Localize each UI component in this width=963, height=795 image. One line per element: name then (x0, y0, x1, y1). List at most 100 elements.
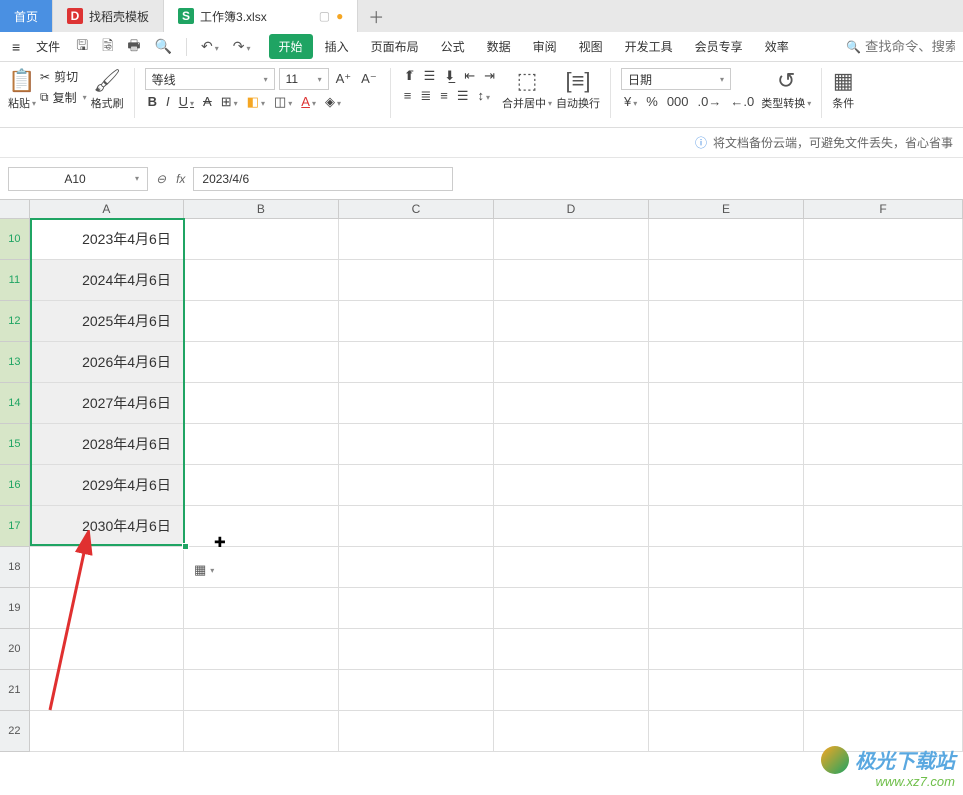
ribbon-tab-efficiency[interactable]: 效率 (755, 34, 799, 59)
cell[interactable] (649, 260, 804, 301)
ribbon-tab-dev[interactable]: 开发工具 (615, 34, 683, 59)
file-menu[interactable]: 文件 (30, 38, 66, 55)
row-header[interactable]: 21 (0, 670, 30, 711)
row-header[interactable]: 18 (0, 547, 30, 588)
bold-button[interactable]: B (145, 94, 160, 110)
cell[interactable] (494, 383, 649, 424)
cell[interactable] (30, 711, 184, 752)
increase-decimal-icon[interactable]: .0→ (695, 94, 725, 109)
table-row[interactable]: 18 (0, 547, 963, 588)
table-row[interactable]: 122025年4月6日 (0, 301, 963, 342)
thousands-icon[interactable]: 000 (664, 94, 692, 109)
cancel-formula-icon[interactable]: ⊖ (156, 172, 166, 186)
cell[interactable] (339, 711, 494, 752)
new-tab-button[interactable]: ＋ (358, 0, 394, 32)
orientation-icon[interactable]: ↕▾ (474, 88, 493, 104)
col-header-A[interactable]: A (30, 200, 184, 218)
cloud-backup-banner[interactable]: ⓘ 将文档备份云端，可避免文件丢失，省心省事 (0, 128, 963, 158)
row-header[interactable]: 12 (0, 301, 30, 342)
increase-font-icon[interactable]: A⁺ (333, 71, 355, 87)
table-row[interactable]: 21 (0, 670, 963, 711)
table-row[interactable]: 142027年4月6日 (0, 383, 963, 424)
ribbon-tab-review[interactable]: 审阅 (523, 34, 567, 59)
cell[interactable] (339, 342, 494, 383)
strike-button[interactable]: A (200, 94, 215, 110)
table-row[interactable]: 102023年4月6日 (0, 219, 963, 260)
format-painter-button[interactable]: 🖌 格式刷 (91, 68, 124, 111)
cell[interactable] (184, 711, 339, 752)
table-row[interactable]: 152028年4月6日 (0, 424, 963, 465)
font-size-select[interactable]: 11▾ (279, 68, 329, 90)
row-header[interactable]: 14 (0, 383, 30, 424)
type-convert-button[interactable]: ↺ 类型转换▾ (761, 68, 811, 111)
cell[interactable] (184, 629, 339, 670)
cell[interactable] (339, 547, 494, 588)
align-left-icon[interactable]: ≡ (401, 88, 415, 104)
row-header[interactable]: 11 (0, 260, 30, 301)
command-search-input[interactable] (865, 39, 955, 54)
cell[interactable] (649, 588, 804, 629)
ribbon-tab-vip[interactable]: 会员专享 (685, 34, 753, 59)
cell[interactable] (804, 301, 963, 342)
cell[interactable] (184, 301, 339, 342)
cell[interactable] (184, 506, 339, 547)
ribbon-tab-formula[interactable]: 公式 (431, 34, 475, 59)
align-top-icon[interactable]: ⬆̄ (401, 68, 418, 84)
cell[interactable] (184, 588, 339, 629)
cell[interactable] (184, 342, 339, 383)
table-row[interactable]: 162029年4月6日 (0, 465, 963, 506)
save-as-icon[interactable]: 🗟 (98, 35, 117, 59)
cell[interactable] (804, 424, 963, 465)
ribbon-tab-start[interactable]: 开始 (269, 34, 313, 59)
cell[interactable] (494, 219, 649, 260)
indent-increase-icon[interactable]: ⇥ (481, 68, 498, 84)
save-icon[interactable]: 🖫 (72, 35, 92, 59)
cell[interactable] (339, 219, 494, 260)
indent-decrease-icon[interactable]: ⇤ (461, 68, 478, 84)
cell[interactable] (804, 383, 963, 424)
cell[interactable] (30, 547, 184, 588)
cell[interactable] (494, 260, 649, 301)
col-header-B[interactable]: B (184, 200, 339, 218)
row-header[interactable]: 13 (0, 342, 30, 383)
table-row[interactable]: 132026年4月6日 (0, 342, 963, 383)
cell[interactable]: 2028年4月6日 (30, 424, 184, 465)
cell[interactable] (184, 424, 339, 465)
cell[interactable] (804, 629, 963, 670)
cell[interactable] (804, 670, 963, 711)
fx-icon[interactable]: fx (176, 172, 185, 186)
cell[interactable]: 2026年4月6日 (30, 342, 184, 383)
table-row[interactable]: 22 (0, 711, 963, 752)
phonetic-button[interactable]: ◈▾ (322, 94, 344, 110)
cell[interactable] (804, 260, 963, 301)
decrease-decimal-icon[interactable]: ←.0 (727, 94, 757, 109)
tab-workbook[interactable]: S 工作簿3.xlsx ▢ ● (164, 0, 358, 32)
currency-icon[interactable]: ¥▾ (621, 94, 640, 109)
hamburger-icon[interactable]: ≡ (8, 39, 24, 55)
cell[interactable] (184, 219, 339, 260)
cell[interactable] (649, 342, 804, 383)
cell[interactable] (339, 424, 494, 465)
row-header[interactable]: 20 (0, 629, 30, 670)
cell[interactable] (339, 260, 494, 301)
table-row[interactable]: 112024年4月6日 (0, 260, 963, 301)
paste-group[interactable]: 📋 粘贴▾ (8, 68, 36, 111)
cell-style-button[interactable]: ◫▾ (271, 94, 295, 110)
cell[interactable] (649, 506, 804, 547)
cell[interactable] (649, 547, 804, 588)
cell[interactable] (494, 711, 649, 752)
cell[interactable] (184, 465, 339, 506)
cell[interactable] (184, 383, 339, 424)
select-all-corner[interactable] (0, 200, 30, 218)
copy-button[interactable]: ⧉复制▾ (40, 89, 87, 106)
cell[interactable] (339, 629, 494, 670)
cell[interactable] (30, 629, 184, 670)
cell[interactable] (649, 219, 804, 260)
cell[interactable] (649, 465, 804, 506)
cell[interactable] (649, 711, 804, 752)
cell[interactable]: 2030年4月6日 (30, 506, 184, 547)
underline-button[interactable]: U▾ (176, 94, 197, 110)
cell[interactable] (804, 219, 963, 260)
cell[interactable] (494, 547, 649, 588)
row-header[interactable]: 22 (0, 711, 30, 752)
